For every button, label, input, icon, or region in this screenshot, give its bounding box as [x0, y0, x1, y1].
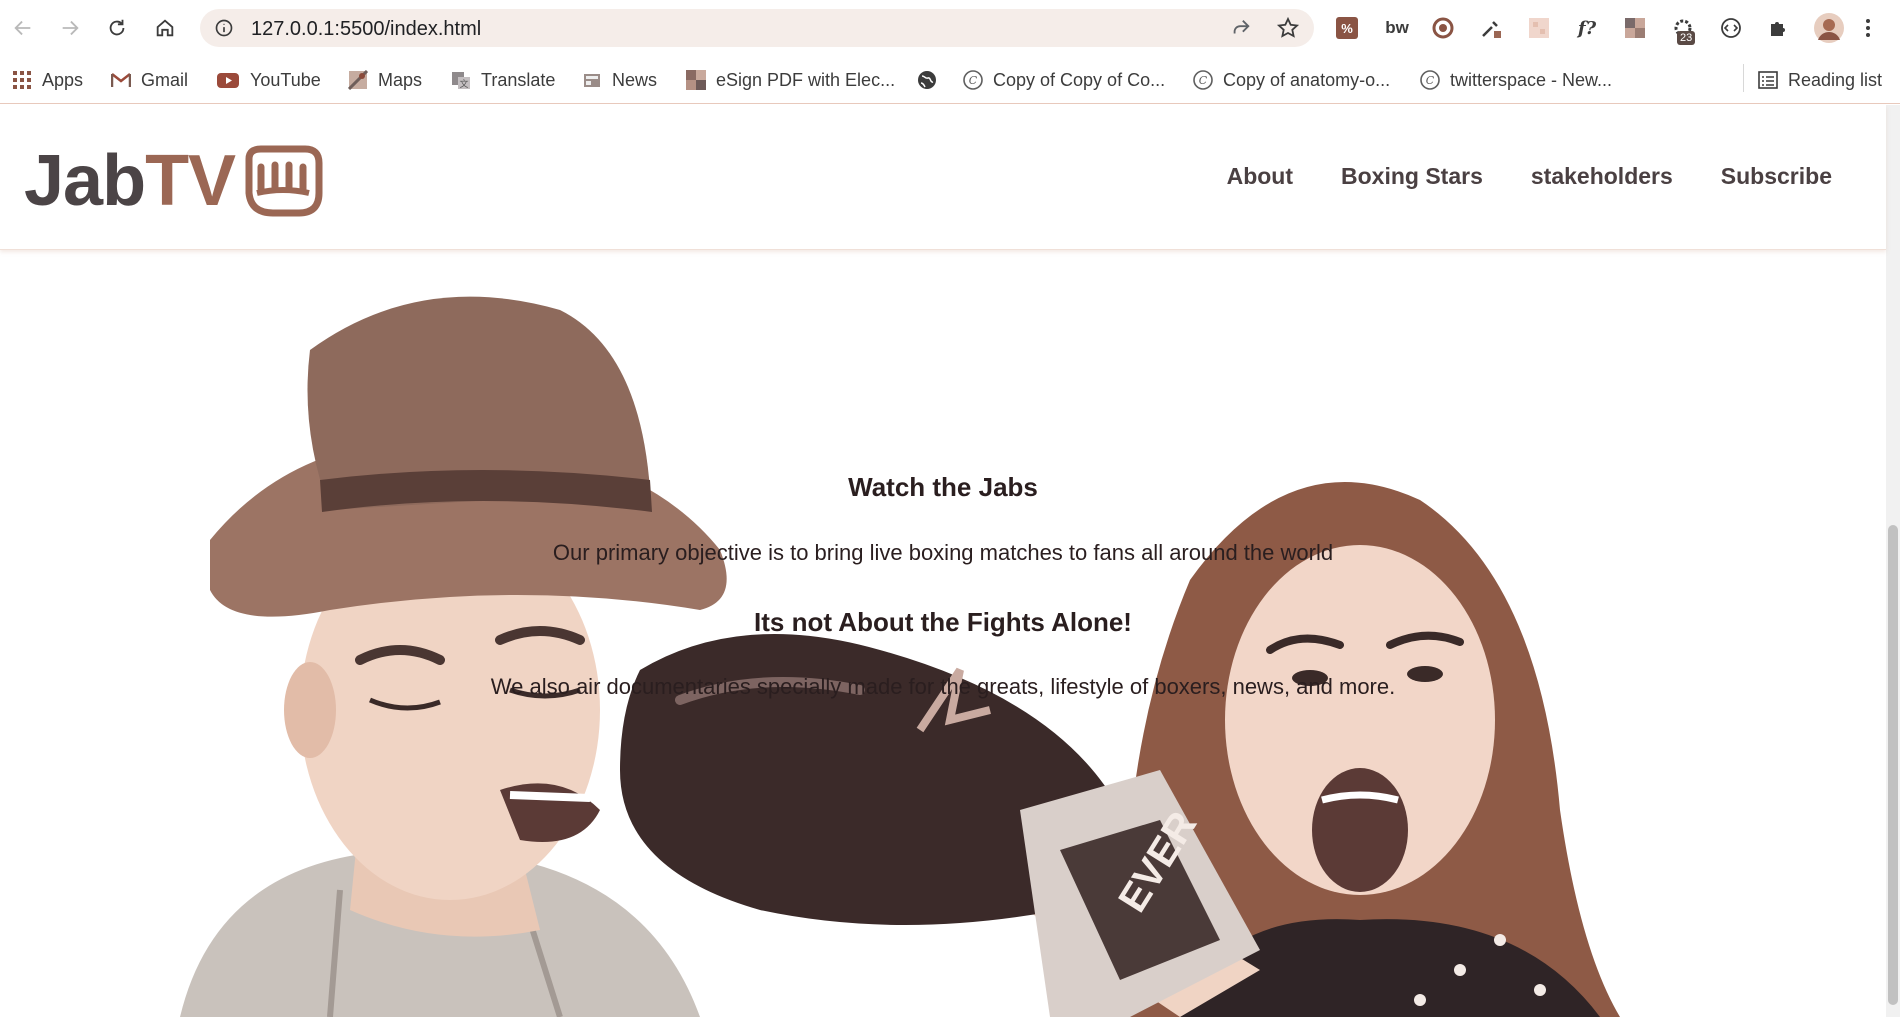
svg-text:C: C	[969, 74, 978, 87]
web-page: Jab TV About Boxing Stars stakeholders S…	[0, 105, 1900, 1017]
apps-grid-icon	[13, 71, 31, 89]
youtube-icon	[217, 73, 239, 88]
nav-boxing-stars-link[interactable]: Boxing Stars	[1341, 163, 1483, 190]
fist-icon	[245, 145, 323, 217]
bookmark-copy-of-copy[interactable]: C Copy of Copy of Co...	[963, 67, 1165, 93]
arrow-right-icon	[62, 20, 79, 36]
bookmarks-bar: Apps Gmail YouTube Maps 文 Translate News…	[0, 56, 1900, 104]
globe-icon	[918, 71, 936, 89]
svg-text:%: %	[1341, 21, 1353, 36]
extension-badge: 23	[1677, 31, 1696, 45]
menu-kebab-icon[interactable]	[1862, 14, 1874, 42]
logo-text-jab: Jab	[24, 141, 146, 221]
nav-about-link[interactable]: About	[1227, 163, 1293, 190]
news-icon	[584, 74, 600, 87]
hero-title: Watch the Jabs	[848, 472, 1038, 502]
svg-text:C: C	[1199, 74, 1208, 87]
percent-extension-icon[interactable]: %	[1333, 14, 1361, 42]
bookmark-apps[interactable]: Apps	[12, 67, 83, 93]
arrow-left-icon	[14, 20, 31, 36]
share-icon[interactable]	[1230, 17, 1252, 39]
hero-subtitle: Its not About the Fights Alone!	[754, 607, 1132, 637]
eye-extension-icon[interactable]	[1429, 14, 1457, 42]
bookmark-maps[interactable]: Maps	[348, 67, 422, 93]
copy-icon: C	[963, 70, 983, 90]
home-button[interactable]	[148, 11, 182, 45]
bookmark-youtube[interactable]: YouTube	[216, 67, 321, 93]
nav-subscribe-link[interactable]: Subscribe	[1721, 163, 1832, 190]
site-header: Jab TV About Boxing Stars stakeholders S…	[0, 105, 1886, 250]
bw-extension-icon[interactable]: bw	[1383, 14, 1411, 42]
maps-icon	[348, 70, 368, 90]
main-nav: About Boxing Stars stakeholders Subscrib…	[1227, 163, 1832, 190]
font-finder-extension-icon[interactable]: f?	[1573, 14, 1601, 42]
bookmark-globe[interactable]	[917, 67, 947, 93]
reading-list-icon	[1758, 71, 1778, 89]
bookmark-translate[interactable]: 文 Translate	[451, 67, 555, 93]
pixel-extension-icon[interactable]	[1621, 14, 1649, 42]
hero-paragraph-documentaries: We also air documentaries specially made…	[490, 674, 1396, 699]
svg-text:C: C	[1426, 74, 1435, 87]
reload-button[interactable]	[100, 11, 134, 45]
url-text[interactable]: 127.0.0.1:5500/index.html	[251, 18, 481, 41]
esign-icon	[686, 70, 706, 90]
back-button[interactable]	[6, 11, 40, 45]
info-icon[interactable]	[214, 18, 234, 38]
eyedropper-extension-icon[interactable]	[1477, 14, 1505, 42]
bookmarks-separator	[1743, 64, 1744, 92]
reading-list-button[interactable]: Reading list	[1758, 67, 1882, 93]
browser-toolbar: 127.0.0.1:5500/index.html % bw f? 23	[0, 0, 1900, 56]
svg-text:文: 文	[459, 78, 468, 89]
star-icon[interactable]	[1276, 16, 1300, 40]
bookmark-copy-of-anatomy[interactable]: C Copy of anatomy-o...	[1193, 67, 1390, 93]
address-bar[interactable]: 127.0.0.1:5500/index.html	[200, 9, 1314, 47]
code-extension-icon[interactable]	[1717, 14, 1745, 42]
hero-section: EVER Watch the Jabs Our primary objectiv…	[0, 250, 1886, 1017]
bookmark-esign[interactable]: eSign PDF with Elec...	[686, 67, 895, 93]
logo-text-tv: TV	[145, 141, 236, 221]
bookmark-gmail[interactable]: Gmail	[111, 67, 188, 93]
hero-paragraph-objective: Our primary objective is to bring live b…	[552, 540, 1334, 565]
nav-stakeholders-link[interactable]: stakeholders	[1531, 163, 1673, 190]
home-icon	[156, 19, 174, 37]
puzzle-extensions-icon[interactable]	[1765, 14, 1793, 42]
forward-button[interactable]	[53, 11, 87, 45]
profile-avatar[interactable]	[1813, 12, 1845, 44]
pattern-extension-icon[interactable]	[1525, 14, 1553, 42]
bookmark-twitterspace[interactable]: C twitterspace - New...	[1420, 67, 1612, 93]
reload-icon	[109, 19, 125, 36]
page-scrollbar[interactable]	[1886, 105, 1900, 1017]
gmail-icon	[111, 73, 131, 87]
translate-icon: 文	[452, 72, 470, 89]
copy-icon: C	[1420, 70, 1440, 90]
copy-icon: C	[1193, 70, 1213, 90]
bookmark-news[interactable]: News	[582, 67, 657, 93]
jabtv-logo[interactable]: Jab TV	[24, 145, 323, 217]
scrollbar-thumb[interactable]	[1888, 525, 1898, 1005]
